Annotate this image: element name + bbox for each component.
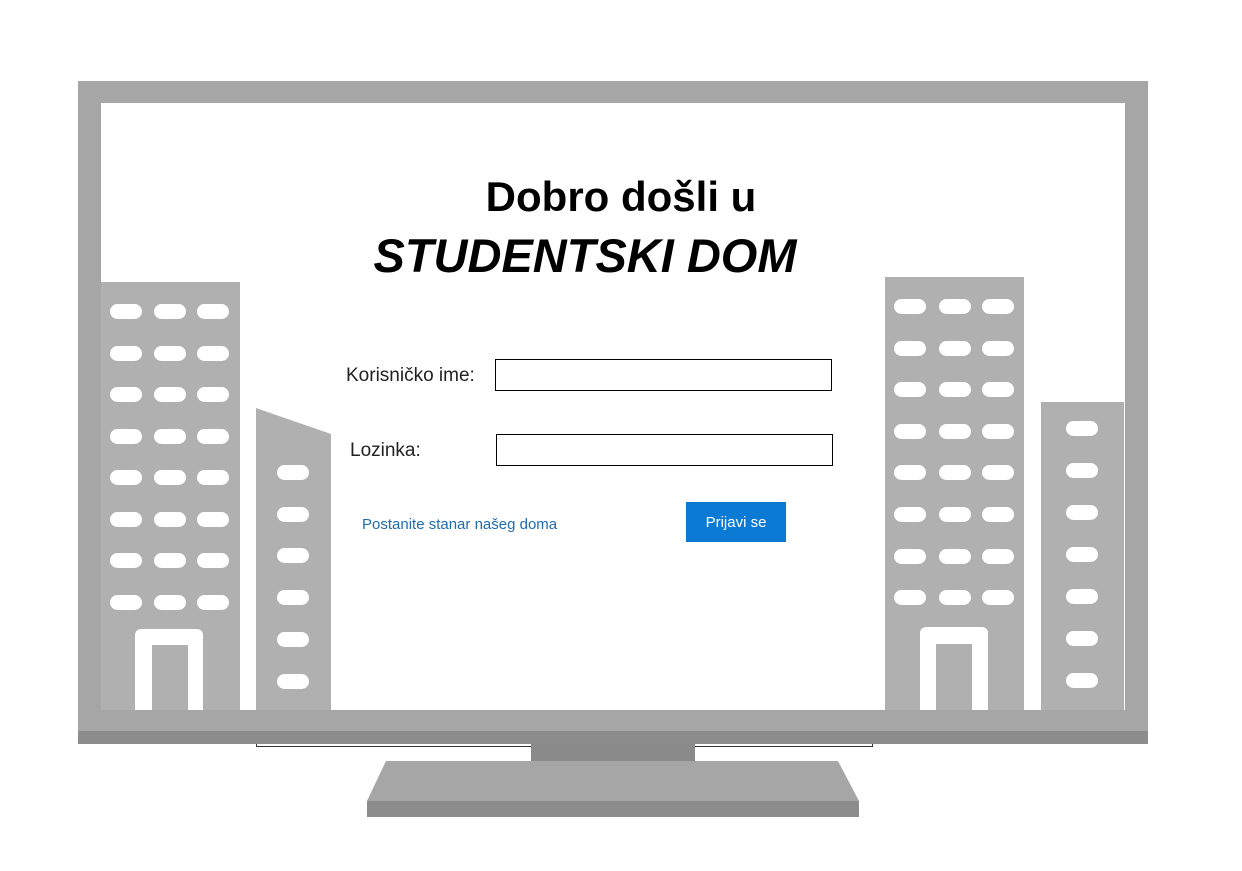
building-window [154, 304, 186, 319]
building-left-door-inner [152, 645, 188, 710]
monitor-stand [367, 761, 859, 817]
building-window [110, 511, 142, 527]
building-window [982, 465, 1014, 481]
building-window [197, 511, 229, 527]
building-window [894, 465, 926, 481]
building-window [197, 387, 229, 402]
building-window [982, 423, 1014, 439]
building-window [894, 299, 926, 314]
welcome-heading: Dobro došli u [485, 173, 757, 220]
building-window [277, 631, 309, 647]
building-window [939, 423, 971, 439]
building-window [277, 506, 309, 522]
username-input[interactable] [495, 359, 832, 391]
register-link[interactable]: Postanite stanar našeg doma [362, 516, 557, 533]
building-window [154, 553, 186, 568]
building-window [982, 340, 1014, 356]
building-window [1066, 421, 1098, 436]
building-window [277, 673, 309, 689]
building-window [110, 304, 142, 319]
building-window [894, 590, 926, 606]
building-window [277, 590, 309, 606]
login-button[interactable]: Prijavi se [686, 502, 786, 542]
building-window [939, 507, 971, 522]
building-window [1066, 505, 1098, 520]
building-window [110, 470, 142, 485]
username-label: Korisničko ime: [346, 365, 475, 386]
building-window [939, 590, 971, 606]
building-window [110, 553, 142, 568]
building-window [982, 299, 1014, 314]
building-window [154, 511, 186, 527]
building-window [939, 299, 971, 314]
building-window [197, 304, 229, 319]
building-window [894, 507, 926, 522]
building-window [982, 507, 1014, 522]
password-label: Lozinka: [350, 440, 421, 461]
monitor-bezel-bottom [78, 731, 1148, 744]
building-window [110, 594, 142, 610]
building-window [939, 382, 971, 398]
building-window [894, 423, 926, 439]
building-window [197, 594, 229, 610]
building-window [197, 470, 229, 485]
building-window [1066, 673, 1098, 688]
building-window [154, 594, 186, 610]
building-window [939, 465, 971, 481]
password-input[interactable] [496, 434, 833, 466]
building-window [982, 382, 1014, 398]
building-window [154, 345, 186, 361]
building-window [939, 340, 971, 356]
building-window [197, 428, 229, 444]
building-window [982, 590, 1014, 606]
building-window [154, 428, 186, 444]
building-window [277, 465, 309, 480]
building-window [1066, 631, 1098, 646]
building-window [1066, 463, 1098, 478]
building-window [110, 387, 142, 402]
building-window [894, 382, 926, 398]
building-window [110, 345, 142, 361]
building-right-door-inner [936, 644, 972, 710]
building-window [1066, 547, 1098, 562]
building-window [982, 548, 1014, 564]
building-window [110, 428, 142, 444]
building-window [197, 345, 229, 361]
app-title: STUDENTSKI DOM [373, 229, 797, 282]
building-window [939, 548, 971, 564]
building-window [154, 470, 186, 485]
building-window [197, 553, 229, 568]
building-window [154, 387, 186, 402]
building-window [277, 548, 309, 564]
building-window [1066, 589, 1098, 604]
building-window [894, 548, 926, 564]
building-window [894, 340, 926, 356]
